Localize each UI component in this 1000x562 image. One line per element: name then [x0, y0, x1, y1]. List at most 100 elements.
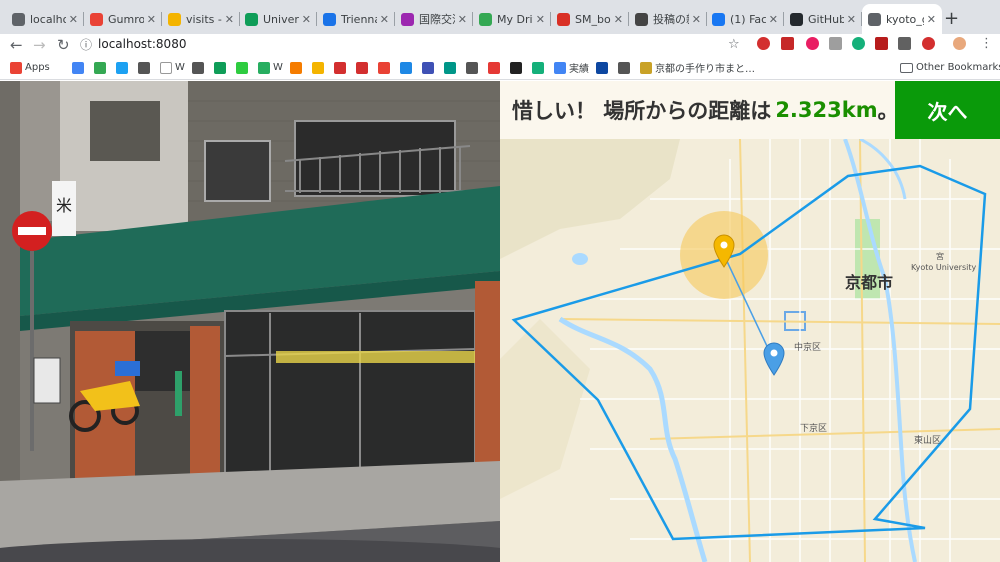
vivaldi-extension-icon[interactable]	[757, 37, 770, 50]
bookmark-item[interactable]	[356, 61, 371, 74]
close-tab-icon[interactable]: ✕	[536, 13, 545, 26]
close-tab-icon[interactable]: ✕	[380, 13, 389, 26]
tab-title: 国際交流	[419, 13, 455, 26]
tab-favicon-icon	[168, 12, 181, 26]
bookmark-favicon-icon	[554, 61, 566, 74]
bookmark-favicon-icon	[640, 61, 652, 74]
extension-icon[interactable]	[806, 37, 819, 50]
tab-favicon-icon	[12, 12, 25, 26]
info-icon[interactable]: ⓘ	[80, 36, 92, 53]
kyoto-map[interactable]	[500, 139, 1000, 562]
bookmark-favicon-icon	[596, 61, 608, 74]
bookmark-item[interactable]	[618, 61, 633, 74]
tab-favicon-icon	[557, 12, 570, 26]
bookmark-item[interactable]	[138, 61, 153, 74]
forward-icon[interactable]: →	[33, 36, 46, 54]
bookmark-item[interactable]	[510, 61, 525, 74]
close-tab-icon[interactable]: ✕	[147, 13, 156, 26]
bookmark-item[interactable]	[116, 61, 131, 74]
bookmark-item[interactable]	[214, 61, 229, 74]
close-tab-icon[interactable]: ✕	[692, 13, 701, 26]
close-tab-icon[interactable]: ✕	[769, 13, 778, 26]
tab-favicon-icon	[401, 12, 414, 26]
tab-item[interactable]: GitHub ✕	[784, 4, 862, 34]
bookmark-favicon-icon	[192, 61, 204, 74]
menu-kebab-icon[interactable]: ⋮	[980, 36, 993, 51]
bookmark-favicon-icon	[334, 61, 346, 74]
adblock-extension-icon[interactable]	[781, 37, 794, 50]
tab-favicon-icon	[245, 12, 258, 26]
close-tab-icon[interactable]: ✕	[614, 13, 623, 26]
bookmark-item[interactable]	[596, 61, 611, 74]
close-tab-icon[interactable]: ✕	[847, 13, 856, 26]
bookmark-favicon-icon	[236, 61, 248, 74]
bookmark-item[interactable]	[72, 61, 87, 74]
close-tab-icon[interactable]: ✕	[69, 13, 78, 26]
address-bar[interactable]: ⓘ localhost:8080	[80, 34, 746, 54]
tab-title: Univers	[263, 12, 299, 26]
bookmark-item[interactable]	[378, 61, 393, 74]
bookmark-item[interactable]: 実績	[554, 61, 589, 75]
close-tab-icon[interactable]: ✕	[302, 13, 311, 26]
tab-item[interactable]: Gumro ✕	[84, 4, 162, 34]
bookmark-item[interactable]: 京都の手作り市まと…	[640, 61, 755, 75]
tab-favicon-icon	[323, 12, 336, 26]
tab-item[interactable]: visits - ✕	[162, 4, 240, 34]
tab-item[interactable]: 国際交流✕	[395, 4, 473, 34]
recorder-extension-icon[interactable]	[922, 37, 935, 50]
tab-title: 投稿の新	[653, 13, 689, 26]
bookmark-item[interactable]: W	[258, 61, 283, 74]
tab-item[interactable]: (1) Face✕	[706, 4, 784, 34]
tab-item[interactable]: localho ✕	[6, 4, 84, 34]
bookmark-item[interactable]	[466, 61, 481, 74]
bookmark-item[interactable]	[290, 61, 305, 74]
tab-title: Gumro	[108, 12, 144, 26]
bookmark-item[interactable]: Apps	[10, 61, 50, 74]
bookmark-item[interactable]	[94, 61, 109, 74]
result-message: 惜しい！ 場所からの距離は	[512, 99, 772, 123]
result-map-panel: 惜しい！ 場所からの距離は 2.323km 。 次へ 京都市 宮 Kyoto U…	[500, 81, 1000, 562]
street-view-image: 米	[0, 81, 500, 562]
close-tab-icon[interactable]: ✕	[458, 13, 467, 26]
next-button[interactable]: 次へ	[895, 81, 1000, 139]
bookmark-item[interactable]: W	[160, 61, 185, 74]
camera-extension-icon[interactable]	[829, 37, 842, 50]
bookmark-favicon-icon	[258, 61, 270, 74]
tab-item[interactable]: SM_boo✕	[551, 4, 629, 34]
tab-item[interactable]: Univers✕	[239, 4, 317, 34]
ward-label-nakagyo: 中京区	[794, 343, 822, 353]
tab-item[interactable]: kyoto_g✕	[862, 4, 942, 34]
tab-title: kyoto_g	[886, 12, 924, 26]
bookmark-item[interactable]	[444, 61, 459, 74]
bookmark-item[interactable]	[236, 61, 251, 74]
back-icon[interactable]: ←	[10, 36, 23, 54]
reload-icon[interactable]: ↻	[57, 36, 70, 54]
bookmark-item[interactable]	[400, 61, 415, 74]
bookmark-item[interactable]	[334, 61, 349, 74]
shop-sign-text: 米	[56, 196, 72, 215]
ublock-extension-icon[interactable]	[875, 37, 888, 50]
tab-item[interactable]: My Driv✕	[473, 4, 551, 34]
profile-avatar[interactable]	[953, 37, 966, 50]
facebook-extension-icon[interactable]	[898, 37, 911, 50]
university-label: Kyoto University	[911, 263, 977, 272]
bookmark-item[interactable]	[422, 61, 437, 74]
bookmark-favicon-icon	[618, 61, 630, 74]
new-tab-button[interactable]: +	[944, 8, 959, 29]
grammarly-extension-icon[interactable]	[852, 37, 865, 50]
close-tab-icon[interactable]: ✕	[225, 13, 234, 26]
tab-title: Trienna	[341, 12, 377, 26]
close-tab-icon[interactable]: ✕	[927, 13, 936, 26]
bookmark-star-icon[interactable]: ☆	[728, 37, 740, 52]
other-bookmarks[interactable]: Other Bookmarks	[900, 61, 1000, 74]
other-bookmarks-label: Other Bookmarks	[916, 62, 1000, 73]
bookmark-item[interactable]	[192, 61, 207, 74]
url-text[interactable]: localhost:8080	[98, 37, 186, 51]
street-view-panorama[interactable]: 米	[0, 81, 500, 562]
tab-item[interactable]: Trienna✕	[317, 4, 395, 34]
bookmark-item[interactable]	[488, 61, 503, 74]
bookmark-item[interactable]	[312, 61, 327, 74]
tab-item[interactable]: 投稿の新✕	[629, 4, 707, 34]
bookmark-item[interactable]	[532, 61, 547, 74]
bookmark-favicon-icon	[466, 61, 478, 74]
